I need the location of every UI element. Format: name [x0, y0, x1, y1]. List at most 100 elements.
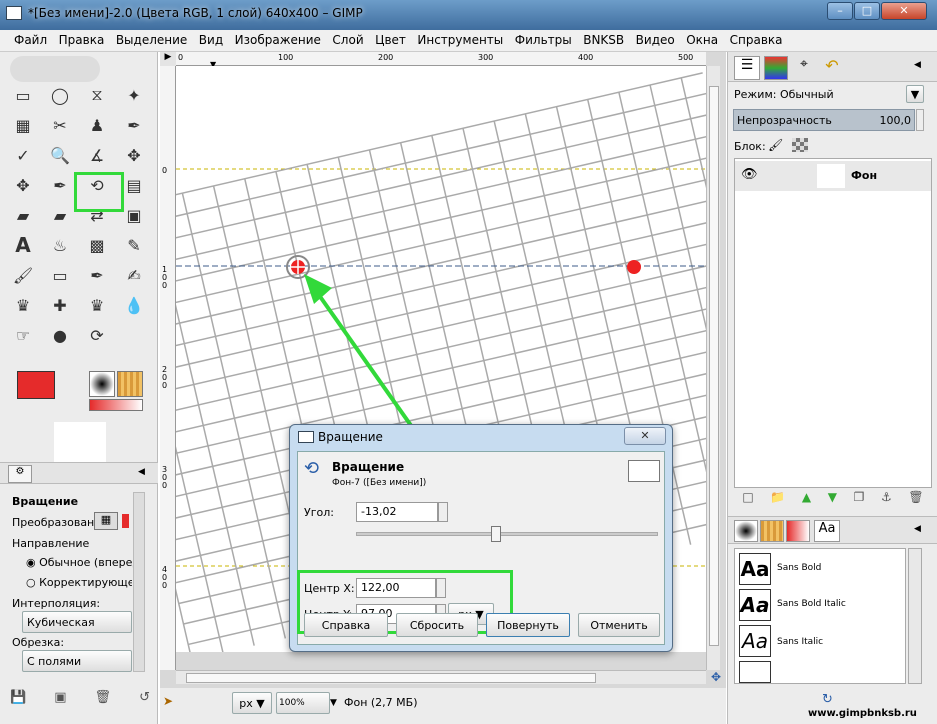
menu-view[interactable]: Вид: [199, 30, 223, 47]
close-button[interactable]: ✕: [881, 2, 927, 20]
crop-icon[interactable]: ✒: [47, 172, 73, 198]
angle-slider-thumb[interactable]: [491, 526, 501, 542]
zoom-select[interactable]: 100%: [276, 692, 330, 714]
ellipse-select-icon[interactable]: ◯: [47, 82, 73, 108]
fuzzy-select-icon[interactable]: ✦: [121, 82, 147, 108]
menu-select[interactable]: Выделение: [116, 30, 187, 47]
paths-icon[interactable]: ✒: [121, 112, 147, 138]
opacity-slider[interactable]: Непрозрачность 100,0: [733, 109, 915, 131]
duplicate-layer-icon[interactable]: ❐: [854, 490, 865, 510]
pattern-preview[interactable]: [117, 371, 143, 397]
dialog-close-button[interactable]: ✕: [624, 427, 666, 445]
new-group-icon[interactable]: 📁: [770, 490, 785, 510]
angle-input[interactable]: -13,02: [356, 502, 438, 522]
transform-layer-icon[interactable]: ▦: [94, 512, 118, 530]
maximize-button[interactable]: □: [854, 2, 880, 20]
dodge-burn-icon[interactable]: ●: [47, 322, 73, 348]
text-icon[interactable]: A: [10, 232, 36, 258]
opacity-spinner[interactable]: [916, 109, 924, 131]
gradient-preview[interactable]: [89, 399, 143, 411]
gradients-tab-icon[interactable]: [786, 520, 810, 542]
direction-corrective-radio[interactable]: ○ Корректирующее (на: [26, 576, 132, 589]
foreground-color[interactable]: [17, 371, 55, 399]
menu-help[interactable]: Справка: [730, 30, 783, 47]
transform-selection-icon[interactable]: [122, 514, 129, 528]
reset-button[interactable]: Сбросить: [396, 613, 478, 637]
pencil-icon[interactable]: ✎: [121, 232, 147, 258]
tab-menu-arrow-icon[interactable]: ◀: [138, 467, 145, 477]
horizontal-scroll-thumb[interactable]: [186, 673, 596, 683]
font-preview-sans-bold-italic[interactable]: Aa: [739, 589, 771, 621]
canvas-horizontal-scrollbar[interactable]: [176, 670, 706, 684]
shear-icon[interactable]: ▰: [10, 202, 36, 228]
font-preview-sans-italic[interactable]: Aa: [739, 625, 771, 657]
canvas-vertical-scrollbar[interactable]: [706, 66, 720, 670]
delete-layer-icon[interactable]: 🗑: [908, 490, 923, 510]
rotation-center-marker[interactable]: [627, 260, 641, 274]
delete-options-icon[interactable]: 🗑: [95, 690, 112, 712]
minimize-button[interactable]: –: [827, 2, 853, 20]
font-preview-sans-bold[interactable]: Aa: [739, 553, 771, 585]
heal-icon[interactable]: ✚: [47, 292, 73, 318]
blend-icon[interactable]: ▩: [84, 232, 110, 258]
resources-tab-menu-icon[interactable]: ◀: [914, 524, 921, 534]
scissors-icon[interactable]: ✂: [47, 112, 73, 138]
menu-image[interactable]: Изображение: [235, 30, 321, 47]
quick-mask-corner-icon[interactable]: ▶: [160, 52, 176, 66]
help-button[interactable]: Справка: [304, 613, 388, 637]
rect-select-icon[interactable]: ▭: [10, 82, 36, 108]
menu-file[interactable]: Файл: [14, 30, 47, 47]
angle-slider[interactable]: [356, 526, 658, 542]
reset-options-icon[interactable]: ↺: [139, 690, 150, 712]
patterns-tab-icon[interactable]: [760, 520, 784, 542]
fonts-scrollbar[interactable]: [908, 548, 922, 684]
anchor-layer-icon[interactable]: ⚓: [881, 490, 892, 510]
menu-edit[interactable]: Правка: [59, 30, 105, 47]
cage-icon[interactable]: ▣: [121, 202, 147, 228]
smudge-icon[interactable]: ☞: [10, 322, 36, 348]
new-layer-icon[interactable]: □: [742, 490, 753, 510]
raise-layer-icon[interactable]: ▲: [802, 490, 811, 510]
tool-options-scrollbar[interactable]: [133, 492, 145, 672]
brush-preview[interactable]: [89, 371, 115, 397]
zoom-dropdown-arrow-icon[interactable]: ▼: [330, 692, 342, 714]
tool-options-tab-icon[interactable]: ⚙: [8, 465, 32, 483]
unit-select[interactable]: px ▼: [232, 692, 272, 714]
angle-spinner[interactable]: [438, 502, 448, 522]
navigate-icon[interactable]: ✥: [706, 670, 726, 684]
brushes-tab-icon[interactable]: [734, 520, 758, 542]
measure-icon[interactable]: ∡: [84, 142, 110, 168]
eraser-icon[interactable]: ▭: [47, 262, 73, 288]
clone-icon[interactable]: ♛: [10, 292, 36, 318]
restore-options-icon[interactable]: ▣: [54, 690, 66, 712]
lock-pixels-icon[interactable]: 🖌: [768, 138, 783, 152]
lock-alpha-icon[interactable]: [792, 138, 808, 152]
rotate-button[interactable]: Повернуть: [486, 613, 570, 637]
save-options-icon[interactable]: 💾: [10, 690, 26, 712]
undo-history-tab-icon[interactable]: ↶: [820, 56, 844, 80]
perspective-clone-icon[interactable]: ♛: [84, 292, 110, 318]
ink-icon[interactable]: ✍: [121, 262, 147, 288]
foreground-select-icon[interactable]: ♟: [84, 112, 110, 138]
cancel-button[interactable]: Отменить: [578, 613, 660, 637]
image-thumbnail[interactable]: [54, 422, 106, 462]
layer-row[interactable]: 👁 Фон: [735, 161, 931, 191]
font-name-sans-bold-italic[interactable]: Sans Bold Italic: [777, 599, 846, 609]
menu-windows[interactable]: Окна: [686, 30, 718, 47]
fonts-tab-icon[interactable]: Aa: [814, 520, 840, 542]
lower-layer-icon[interactable]: ▼: [828, 490, 837, 510]
color-picker-icon[interactable]: ✓: [10, 142, 36, 168]
color-select-icon[interactable]: ▦: [10, 112, 36, 138]
menu-tools[interactable]: Инструменты: [417, 30, 503, 47]
zoom-icon[interactable]: 🔍: [47, 142, 73, 168]
vertical-ruler[interactable]: 0 1 0 0 2 0 0 3 0 0 4 0 0: [160, 66, 176, 670]
paths-tab-icon[interactable]: ⌖: [792, 56, 816, 80]
font-name-sans-bold[interactable]: Sans Bold: [777, 563, 821, 573]
channels-tab-icon[interactable]: [764, 56, 788, 80]
eye-icon[interactable]: 👁: [741, 167, 758, 182]
vertical-scroll-thumb[interactable]: [709, 86, 719, 646]
layers-tab-menu-icon[interactable]: ◀: [914, 60, 921, 70]
airbrush-icon[interactable]: ✒: [84, 262, 110, 288]
interpolation-select[interactable]: Кубическая: [22, 611, 132, 633]
perspective-icon[interactable]: ▰: [47, 202, 73, 228]
